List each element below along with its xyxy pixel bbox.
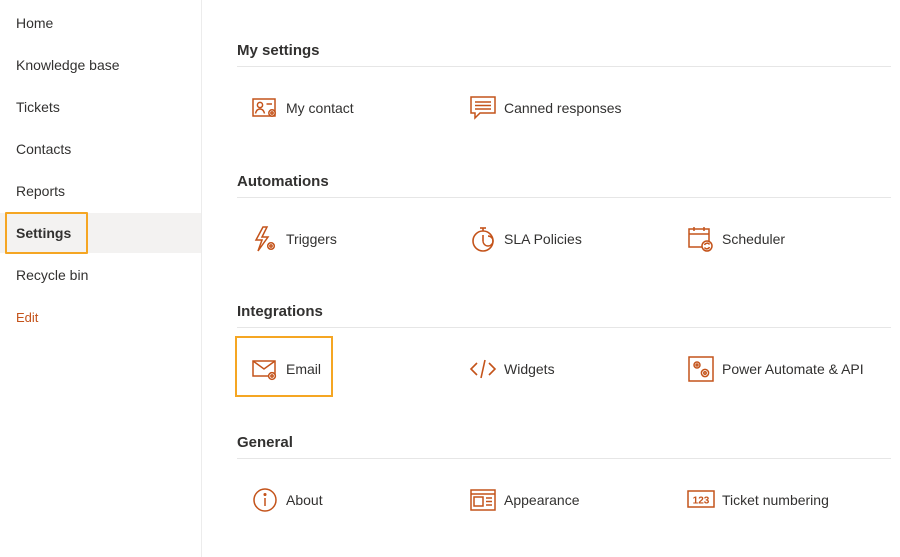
envelope-gear-icon	[251, 355, 279, 383]
widgets-link[interactable]: Widgets	[469, 354, 555, 384]
sidebar-item-label: Edit	[16, 309, 39, 325]
about-link[interactable]: About	[251, 485, 323, 515]
code-brackets-icon	[469, 355, 497, 383]
section-divider	[237, 458, 891, 459]
power-automate-api-link[interactable]: Power Automate & API	[687, 354, 864, 384]
about-label: About	[286, 492, 323, 508]
canned-responses-label: Canned responses	[504, 100, 622, 116]
section-divider	[237, 327, 891, 328]
sidebar-item-contacts[interactable]: Contacts	[0, 129, 201, 169]
settings-panel: My settings My contact Canned responses	[202, 0, 900, 557]
my-contact-label: My contact	[286, 100, 354, 116]
sla-policies-label: SLA Policies	[504, 231, 582, 247]
gears-box-icon	[687, 355, 715, 383]
my-contact-link[interactable]: My contact	[251, 93, 354, 123]
sidebar-item-label: Contacts	[16, 141, 72, 157]
section-title-general: General	[237, 434, 293, 451]
section-title-my-settings: My settings	[237, 42, 320, 59]
scheduler-label: Scheduler	[722, 231, 786, 247]
lightning-gear-icon	[251, 225, 279, 253]
sla-policies-link[interactable]: SLA Policies	[469, 224, 582, 254]
sidebar-edit-link[interactable]: Edit	[0, 297, 201, 337]
sidebar-item-label: Recycle bin	[16, 267, 89, 283]
sidebar-item-knowledge-base[interactable]: Knowledge base	[0, 45, 201, 85]
sidebar-item-home[interactable]: Home	[0, 3, 201, 43]
ticket-numbering-link[interactable]: 123 Ticket numbering	[687, 485, 829, 515]
sidebar-item-reports[interactable]: Reports	[0, 171, 201, 211]
sidebar-item-label: Knowledge base	[16, 57, 120, 73]
section-title-automations: Automations	[237, 173, 329, 190]
layout-icon	[469, 486, 497, 514]
chat-lines-icon	[469, 94, 497, 122]
sidebar-item-label: Home	[16, 15, 54, 31]
info-circle-icon	[251, 486, 279, 514]
scheduler-link[interactable]: Scheduler	[687, 224, 785, 254]
triggers-label: Triggers	[286, 231, 337, 247]
section-divider	[237, 66, 891, 67]
widgets-label: Widgets	[504, 361, 555, 377]
canned-responses-link[interactable]: Canned responses	[469, 93, 622, 123]
sidebar-item-tickets[interactable]: Tickets	[0, 87, 201, 127]
email-label: Email	[286, 361, 322, 377]
appearance-label: Appearance	[504, 492, 580, 508]
power-automate-api-label: Power Automate & API	[722, 361, 864, 377]
sidebar-item-label: Settings	[16, 225, 72, 241]
section-divider	[237, 197, 891, 198]
sidebar-nav: Home Knowledge base Tickets Contacts Rep…	[0, 0, 202, 557]
sidebar-item-label: Tickets	[16, 99, 60, 115]
number-box-icon: 123	[687, 486, 715, 514]
sidebar-item-recycle-bin[interactable]: Recycle bin	[0, 255, 201, 295]
sidebar-item-label: Reports	[16, 183, 66, 199]
appearance-link[interactable]: Appearance	[469, 485, 580, 515]
sidebar-item-settings[interactable]: Settings	[0, 213, 201, 253]
triggers-link[interactable]: Triggers	[251, 224, 337, 254]
calendar-refresh-icon	[687, 225, 715, 253]
email-link[interactable]: Email	[251, 354, 321, 384]
ticket-numbering-label: Ticket numbering	[722, 492, 829, 508]
section-title-integrations: Integrations	[237, 303, 323, 320]
svg-text:123: 123	[693, 496, 710, 507]
contact-card-icon	[251, 94, 279, 122]
stopwatch-icon	[469, 225, 497, 253]
